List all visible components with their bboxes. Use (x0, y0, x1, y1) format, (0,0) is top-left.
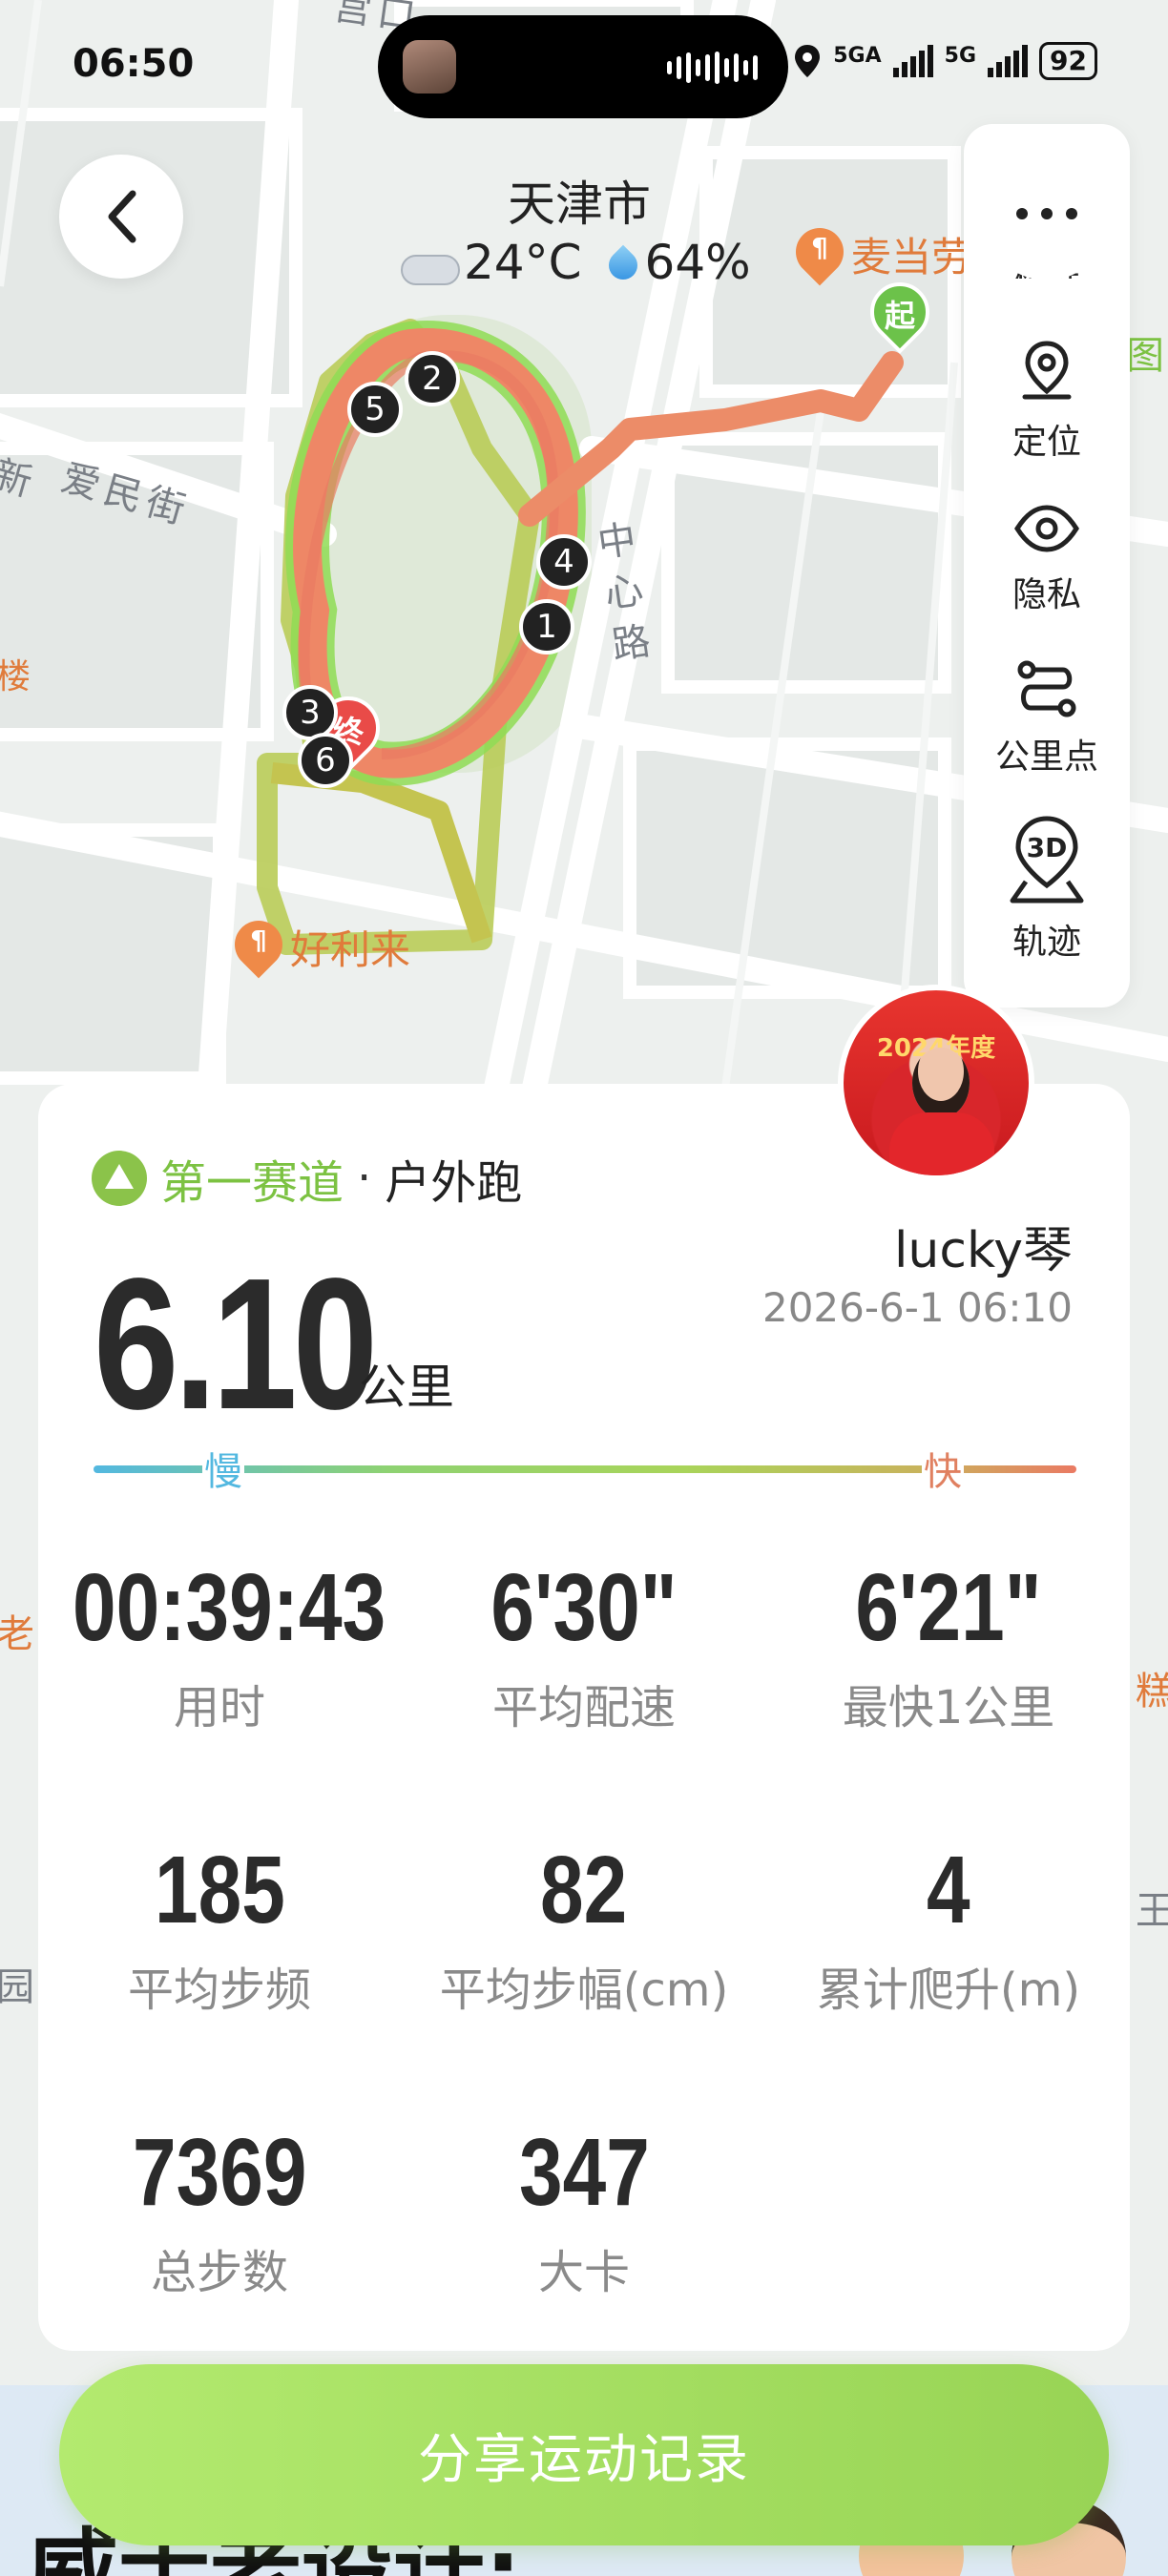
network-type-1: 5GA (833, 43, 882, 68)
brand-name: 第一赛道 (160, 1156, 344, 1210)
stat-total-steps: 7369 总步数 (38, 2120, 401, 2301)
chevron-left-icon (108, 190, 136, 243)
brand-line: 第一赛道 · 户外跑 (92, 1145, 522, 1212)
status-time: 06:50 (73, 42, 195, 86)
stat-label: 累计爬升(m) (816, 1963, 1081, 2017)
stat-label: 平均配速 (491, 1681, 676, 1735)
more-dots-icon (1066, 208, 1077, 219)
3d-track-icon: 3D (1009, 815, 1085, 904)
side-item-privacy-label: 隐私 (1012, 575, 1081, 614)
battery-indicator: 92 (1039, 42, 1097, 80)
map-fragment-lao: 老 (0, 1612, 40, 1656)
stat-value: 82 (540, 1837, 628, 1943)
username: lucky琴 (893, 1222, 1073, 1279)
side-item-locate-label: 定位 (1012, 423, 1081, 462)
stat-label: 最快1公里 (842, 1681, 1055, 1735)
stat-label: 平均步频 (127, 1963, 311, 2017)
humidity-drop-icon (605, 241, 639, 283)
map-fragment-lou: 楼 (0, 657, 37, 696)
side-item-km-points-label: 公里点 (994, 737, 1098, 777)
map-fragment-wang: 王 (1136, 1889, 1168, 1933)
humidity: 64% (644, 235, 751, 290)
weather-info: 24°C 64% (401, 235, 751, 290)
more-options-button[interactable] (983, 147, 1111, 280)
stat-value: 185 (154, 1837, 285, 1943)
route-icon (1017, 660, 1076, 717)
map-fragment-tu: 图 (1126, 334, 1168, 378)
stat-value: 4 (927, 1837, 970, 1943)
side-item-privacy[interactable]: 隐私 (964, 500, 1130, 616)
side-item-km-points[interactable]: 公里点 (964, 658, 1130, 779)
stat-duration: 00:39:43 用时 (38, 1555, 401, 1736)
map-fragment-gao: 糕 (1136, 1670, 1168, 1714)
side-item-locate[interactable]: 定位 (964, 338, 1130, 464)
poi-haolilai-label: 好利来 (290, 926, 411, 973)
km-marker-4[interactable]: 4 (536, 534, 592, 590)
distance-value: 6.10 (94, 1239, 378, 1448)
avatar-body (889, 1112, 994, 1175)
km-marker-5[interactable]: 5 (347, 382, 403, 437)
status-indicators: 5GA 5G 92 (793, 42, 1097, 80)
brand-separator: · (357, 1152, 372, 1205)
stat-label: 平均步幅(cm) (439, 1963, 729, 2017)
pace-fast-label: 快 (922, 1441, 964, 1496)
poi-mcdonalds[interactable]: ¶ 麦当劳 (785, 218, 972, 285)
stat-avg-pace: 6'30" 平均配速 (403, 1555, 765, 1736)
signal-icon (892, 45, 933, 77)
start-marker-label: 起 (884, 298, 915, 334)
restaurant-pin-icon: ¶ (785, 218, 854, 285)
stat-elevation-gain: 4 累计爬升(m) (767, 1838, 1130, 2019)
audio-wave-icon (667, 52, 758, 84)
network-type-2: 5G (944, 43, 977, 68)
restaurant-pin-icon: ¶ (224, 910, 293, 978)
stat-value: 00:39:43 (73, 1554, 386, 1661)
km-marker-6[interactable]: 6 (298, 733, 353, 788)
poi-mcdonalds-label: 麦当劳 (851, 234, 972, 280)
stat-label: 用时 (173, 1681, 265, 1735)
km-marker-2[interactable]: 2 (405, 351, 460, 406)
distance-unit: 公里 (359, 1360, 454, 1415)
more-dots-icon (1016, 208, 1028, 219)
back-button[interactable] (59, 155, 183, 279)
km-marker-3[interactable]: 3 (282, 685, 338, 740)
location-icon (1022, 341, 1072, 400)
brand-logo-icon (92, 1151, 147, 1206)
more-dots-icon (1041, 208, 1053, 219)
media-thumbnail (403, 40, 456, 93)
pace-slow-label: 慢 (202, 1441, 244, 1496)
side-item-track-label: 轨迹 (1012, 923, 1081, 962)
map-fragment-yuan: 园 (0, 1965, 40, 2009)
stat-value: 347 (518, 2119, 650, 2226)
3d-icon-text: 3D (1026, 832, 1068, 863)
stat-avg-cadence: 185 平均步频 (38, 1838, 401, 2019)
stat-value: 7369 (132, 2119, 307, 2226)
stat-label: 总步数 (150, 2246, 288, 2299)
stat-label: 大卡 (537, 2246, 630, 2299)
dynamic-island[interactable] (378, 15, 788, 118)
stat-value: 6'30" (490, 1554, 678, 1661)
stat-calories: 347 大卡 (403, 2120, 765, 2301)
avatar[interactable]: 2024年度 (838, 985, 1034, 1181)
cloud-icon (401, 243, 460, 285)
eye-icon (1014, 505, 1079, 552)
stat-value: 6'21" (855, 1554, 1042, 1661)
poi-haolilai[interactable]: ¶ 好利来 (224, 910, 411, 978)
side-item-track[interactable]: 3D 轨迹 (964, 815, 1130, 964)
location-status-icon (795, 45, 821, 77)
start-marker[interactable]: 起 (858, 270, 942, 357)
activity-type: 户外跑 (385, 1156, 523, 1210)
share-activity-button[interactable]: 分享运动记录 (59, 2364, 1109, 2545)
city-name: 天津市 (508, 177, 651, 232)
avatar-face (912, 1048, 970, 1118)
stat-avg-stride: 82 平均步幅(cm) (403, 1838, 765, 2019)
activity-datetime: 2026-6-1 06:10 (761, 1284, 1073, 1331)
km-marker-1[interactable]: 1 (519, 599, 574, 654)
stat-fastest-km: 6'21" 最快1公里 (767, 1555, 1130, 1736)
temperature: 24°C (464, 235, 582, 290)
signal-icon (988, 45, 1029, 77)
